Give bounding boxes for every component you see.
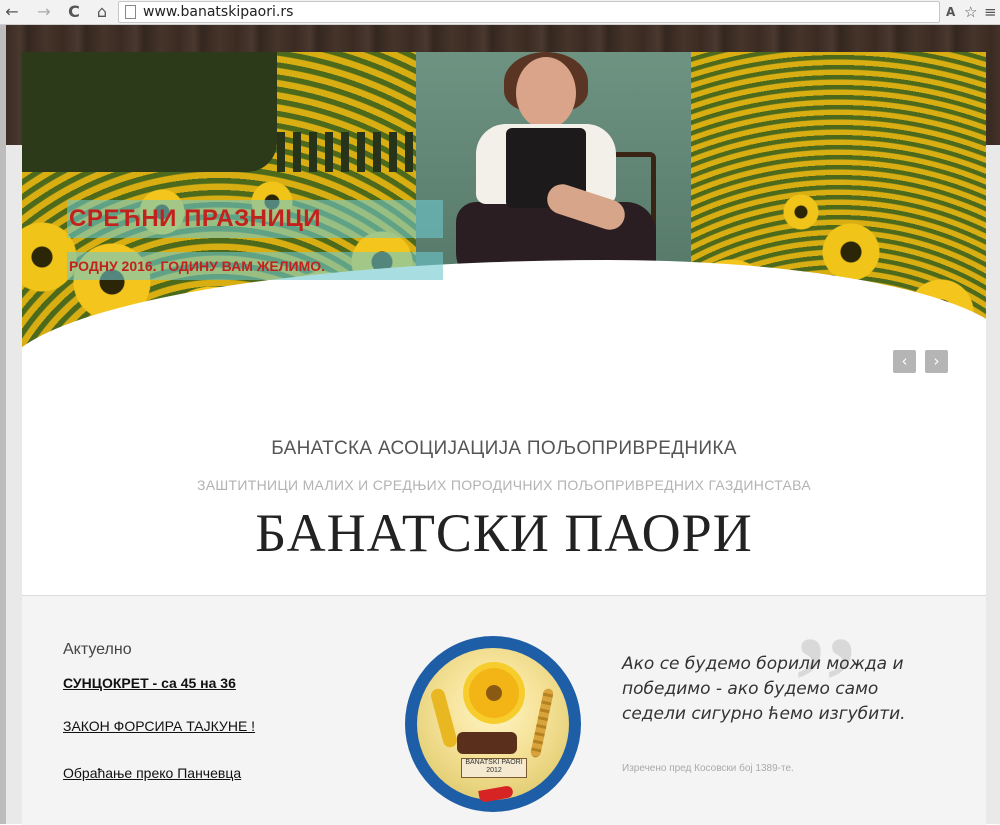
menu-icon[interactable]: ≡ [984, 2, 997, 22]
slider-next-button[interactable]: › [925, 350, 948, 373]
back-icon[interactable]: ← [2, 2, 22, 22]
logo-emblem: BANATSKI PAORI 2012 [417, 648, 569, 803]
slide-caption-text: РОДНУ 2016. ГОДИНУ ВАМ ЖЕЛИМО. [67, 252, 443, 280]
page-container: СРЕЋНИ ПРАЗНИЦИ РОДНУ 2016. ГОДИНУ ВАМ Ж… [22, 52, 986, 825]
news-link[interactable]: ЗАКОН ФОРСИРА ТАЈКУНЕ ! [63, 718, 255, 734]
wheat-icon [529, 687, 555, 759]
browser-toolbar: ← → C ⌂ www.banatskipaori.rs A ☆ ≡ [0, 0, 1000, 25]
news-heading: Актуелно [63, 641, 132, 658]
address-bar[interactable]: www.banatskipaori.rs [118, 1, 940, 23]
corn-icon [429, 687, 459, 749]
sunflower-icon [469, 668, 519, 718]
content-section: Актуелно СУНЦОКРЕТ - са 45 на 36 ЗАКОН Ф… [22, 595, 986, 825]
slider-prev-button[interactable]: ‹ [893, 350, 916, 373]
site-title[interactable]: БАНАТСКИ ПАОРИ [22, 502, 986, 564]
quote-text: Ако се будемо борили можда и победимо - … [622, 654, 906, 724]
bookmark-star-icon[interactable]: ☆ [964, 2, 977, 22]
translate-icon[interactable]: A [946, 2, 955, 22]
reload-icon[interactable]: C [64, 2, 84, 22]
site-tagline: ЗАШТИТНИЦИ МАЛИХ И СРЕДЊИХ ПОРОДИЧНИХ ПО… [197, 477, 811, 493]
url-text[interactable]: www.banatskipaori.rs [143, 3, 293, 21]
page-icon [125, 5, 136, 19]
pepper-icon [478, 785, 514, 803]
tree-line-distant [277, 132, 416, 172]
quote-source: Изречено пред Косовски бој 1389-те. [622, 763, 794, 774]
tree-line [22, 52, 277, 172]
slide-caption-title: СРЕЋНИ ПРАЗНИЦИ [67, 200, 443, 238]
news-link[interactable]: СУНЦОКРЕТ - са 45 на 36 [63, 675, 236, 691]
news-link[interactable]: Обраћање преко Панчевца [63, 765, 241, 781]
association-name: БАНАТСКА АСОЦИЈАЦИЈА ПОЉОПРИВРЕДНИКА [271, 438, 737, 459]
logo-plank-text: BANATSKI PAORI 2012 [461, 758, 527, 778]
association-logo: BANATSKI PAORI 2012 [405, 636, 581, 812]
home-icon[interactable]: ⌂ [92, 2, 112, 22]
forward-icon[interactable]: → [34, 2, 54, 22]
face [516, 57, 576, 129]
image-slider[interactable]: СРЕЋНИ ПРАЗНИЦИ РОДНУ 2016. ГОДИНУ ВАМ Ж… [22, 52, 986, 397]
oxen-plow-icon [457, 732, 517, 754]
